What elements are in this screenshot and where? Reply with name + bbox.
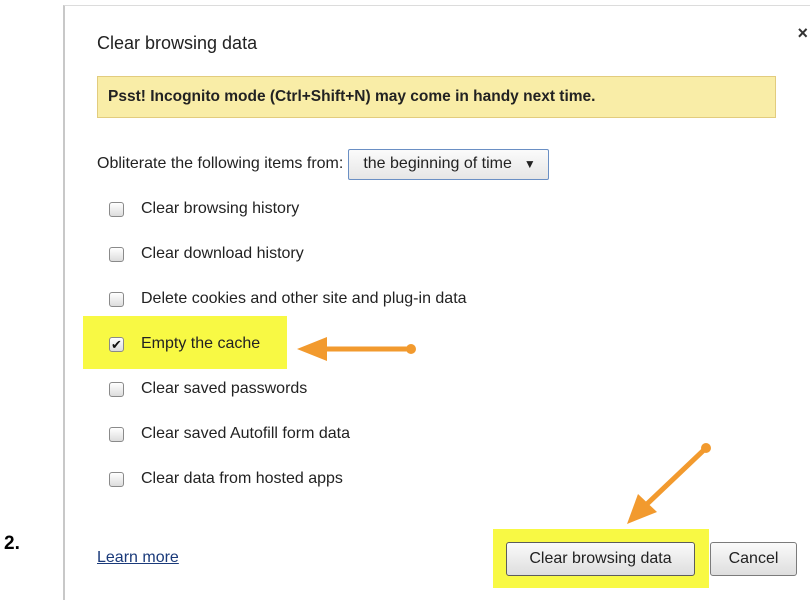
step-number: 2. (4, 533, 20, 554)
time-range-select[interactable]: the beginning of time ▼ (348, 148, 549, 180)
option-label: Delete cookies and other site and plug-i… (141, 290, 467, 307)
clear-browsing-data-dialog: Clear browsing data × Psst! Incognito mo… (63, 5, 810, 600)
option-clear-download-history[interactable]: Clear download history (109, 239, 304, 269)
arrow-icon (627, 443, 711, 524)
time-range-row: Obliterate the following items from: the… (97, 148, 549, 180)
option-clear-browsing-history[interactable]: Clear browsing history (109, 194, 299, 224)
time-range-value: the beginning of time (363, 155, 512, 172)
option-label: Empty the cache (141, 335, 261, 352)
option-label: Clear data from hosted apps (141, 470, 343, 487)
option-clear-hosted-apps[interactable]: Clear data from hosted apps (109, 464, 343, 494)
cancel-button[interactable]: Cancel (710, 542, 797, 576)
checkbox[interactable] (109, 426, 124, 442)
time-range-label: Obliterate the following items from: (97, 155, 344, 172)
checkbox-checked[interactable]: ✔ (109, 336, 124, 352)
option-label: Clear browsing history (141, 200, 300, 217)
chevron-down-icon: ▼ (523, 157, 536, 171)
option-empty-cache[interactable]: ✔ Empty the cache (109, 329, 260, 359)
checkbox[interactable] (109, 201, 124, 217)
option-label: Clear download history (141, 245, 304, 262)
checkbox[interactable] (109, 291, 124, 307)
option-label: Clear saved passwords (141, 380, 308, 397)
option-clear-saved-passwords[interactable]: Clear saved passwords (109, 374, 307, 404)
checkbox[interactable] (109, 246, 124, 262)
checkbox[interactable] (109, 381, 124, 397)
incognito-tip-banner: Psst! Incognito mode (Ctrl+Shift+N) may … (97, 76, 776, 118)
option-label: Clear saved Autofill form data (141, 425, 350, 442)
clear-browsing-data-button[interactable]: Clear browsing data (506, 542, 695, 576)
checkbox[interactable] (109, 471, 124, 487)
learn-more-link[interactable]: Learn more (97, 549, 179, 567)
option-clear-autofill[interactable]: Clear saved Autofill form data (109, 419, 350, 449)
arrow-icon (297, 337, 416, 361)
close-icon[interactable]: × (797, 23, 808, 44)
dialog-title: Clear browsing data (97, 33, 258, 53)
option-delete-cookies[interactable]: Delete cookies and other site and plug-i… (109, 284, 467, 314)
